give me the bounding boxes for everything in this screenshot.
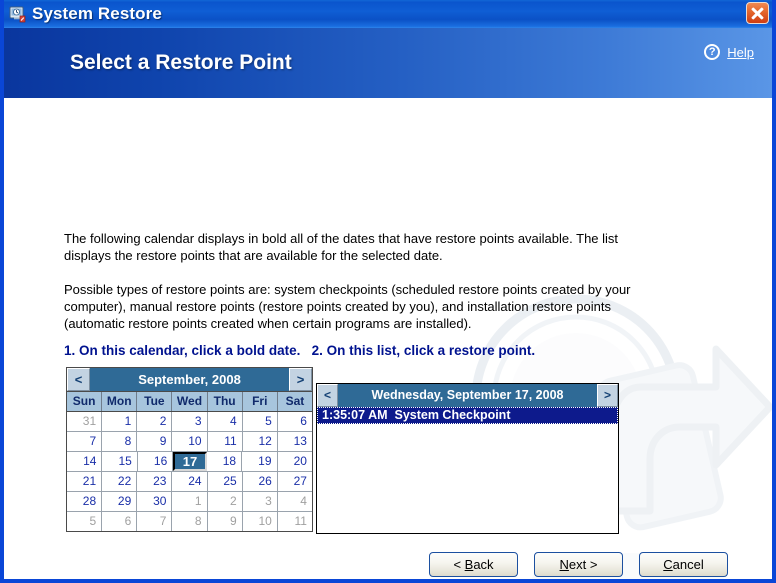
calendar-day-cell[interactable]: 30	[137, 492, 173, 511]
calendar-day-cell[interactable]: 7	[67, 432, 103, 451]
calendar-day-cell[interactable]: 3	[172, 412, 208, 431]
calendar-day-cell[interactable]: 26	[243, 472, 278, 491]
calendar-day-cell[interactable]: 18	[207, 452, 243, 471]
calendar-weekday-sun: Sun	[67, 392, 103, 411]
restore-point-date-label: Wednesday, September 17, 2008	[371, 388, 564, 402]
calendar-day-cell[interactable]: 10	[172, 432, 208, 451]
calendar-day-cell[interactable]: 22	[102, 472, 138, 491]
window-title: System Restore	[32, 4, 162, 23]
calendar-day-cell[interactable]: 15	[102, 452, 138, 471]
system-restore-window: System Restore Select a Restore Point ? …	[0, 0, 776, 583]
calendar-weekday-sat: Sat	[285, 394, 305, 408]
calendar-day-cell[interactable]: 21	[67, 472, 103, 491]
back-button[interactable]: < Back	[429, 552, 518, 577]
calendar-day-grid: 31 1 2 3 4 5 6 7 8 9 10 11 12 13 14 15 16 17 18 19 20 21 22 23 2…	[67, 411, 312, 531]
next-button[interactable]: Next >	[534, 552, 623, 577]
calendar-day-cell[interactable]: 14	[67, 452, 103, 471]
restore-point-next-button[interactable]: >	[597, 384, 618, 407]
calendar-day-cell[interactable]: 1	[102, 412, 138, 431]
calendar-header: < September, 2008 >	[67, 368, 312, 391]
calendar-week-row: 14 15 16 17 18 19 20	[67, 451, 312, 471]
help-link[interactable]: ? Help	[704, 44, 754, 60]
calendar-day-cell[interactable]: 5	[243, 412, 278, 431]
content-area: The following calendar displays in bold …	[4, 100, 772, 579]
intro-paragraph-2: Possible types of restore points are: sy…	[64, 282, 631, 331]
calendar-day-cell[interactable]: 9	[208, 512, 243, 531]
step-instructions: 1. On this calendar, click a bold date. …	[64, 343, 536, 358]
calendar-day-cell[interactable]: 5	[67, 512, 103, 531]
calendar-day-cell[interactable]: 11	[208, 432, 243, 451]
calendar-week-row: 28 29 30 1 2 3 4	[67, 491, 312, 511]
calendar-weekday-wed: Wed	[172, 392, 208, 411]
calendar-next-month-button[interactable]: >	[289, 368, 312, 391]
calendar-day-cell[interactable]: 8	[172, 512, 208, 531]
calendar-weekday-fri: Fri	[243, 392, 278, 411]
calendar-day-selected[interactable]: 17	[173, 452, 207, 471]
calendar-day-cell[interactable]: 6	[102, 512, 138, 531]
calendar-weekday-row: Sun Mon Tue Wed Thu Fri Sat	[67, 391, 312, 411]
calendar-day-cell[interactable]: 27	[278, 472, 312, 491]
calendar-day-cell[interactable]: 3	[243, 492, 278, 511]
help-icon: ?	[704, 44, 721, 60]
page-title: Select a Restore Point	[70, 51, 292, 74]
calendar-week-row: 7 8 9 10 11 12 13	[67, 431, 312, 451]
calendar-day-cell[interactable]: 6	[278, 412, 312, 431]
calendar-prev-month-button[interactable]: <	[67, 368, 90, 391]
calendar-day-cell[interactable]: 2	[208, 492, 243, 511]
calendar-day-cell[interactable]: 13	[278, 432, 312, 451]
intro-paragraph-1: The following calendar displays in bold …	[64, 231, 619, 263]
calendar-day-cell[interactable]: 9	[137, 432, 173, 451]
calendar-day-cell[interactable]: 24	[172, 472, 208, 491]
close-icon[interactable]	[746, 2, 769, 24]
calendar-day-cell[interactable]: 7	[137, 512, 173, 531]
calendar-day-cell[interactable]: 31	[67, 412, 103, 431]
calendar-day-cell[interactable]: 16	[138, 452, 174, 471]
calendar-day-cell[interactable]: 4	[208, 412, 243, 431]
restore-point-header: < Wednesday, September 17, 2008 >	[317, 384, 618, 407]
calendar-day-cell[interactable]: 29	[102, 492, 138, 511]
calendar-weekday-mon: Mon	[102, 392, 138, 411]
calendar-day-cell[interactable]: 2	[137, 412, 173, 431]
restore-point-item[interactable]: 1:35:07 AM System Checkpoint	[317, 407, 618, 424]
calendar-day-cell[interactable]: 19	[242, 452, 278, 471]
calendar-week-row: 31 1 2 3 4 5 6	[67, 411, 312, 431]
page-banner: Select a Restore Point ? Help	[4, 28, 772, 100]
calendar-week-row: 5 6 7 8 9 10 11	[67, 511, 312, 531]
calendar-day-cell[interactable]: 12	[243, 432, 278, 451]
calendar-day-cell[interactable]: 28	[67, 492, 103, 511]
restore-point-prev-button[interactable]: <	[317, 384, 338, 407]
calendar-day-cell[interactable]: 25	[208, 472, 243, 491]
calendar-day-cell[interactable]: 20	[278, 452, 312, 471]
calendar-day-cell[interactable]: 8	[102, 432, 138, 451]
calendar-day-cell[interactable]: 10	[243, 512, 278, 531]
calendar-day-cell[interactable]: 1	[172, 492, 208, 511]
calendar-weekday-tue: Tue	[137, 392, 173, 411]
restore-point-list[interactable]: 1:35:07 AM System Checkpoint	[317, 407, 618, 424]
restore-calendar: < September, 2008 > Sun Mon Tue Wed Thu Fri Sa…	[66, 367, 313, 532]
restore-point-panel: < Wednesday, September 17, 2008 > 1:35:0…	[316, 383, 619, 534]
title-bar: System Restore	[4, 0, 772, 28]
help-label: Help	[727, 44, 754, 60]
system-restore-icon	[9, 5, 27, 23]
cancel-button[interactable]: Cancel	[639, 552, 728, 577]
calendar-week-row: 21 22 23 24 25 26 27	[67, 471, 312, 491]
dialog-button-bar: < Back Next > Cancel	[4, 552, 772, 577]
calendar-day-cell[interactable]: 4	[278, 492, 312, 511]
calendar-day-cell[interactable]: 11	[278, 512, 312, 531]
calendar-day-cell[interactable]: 23	[137, 472, 173, 491]
calendar-month-label: September, 2008	[138, 372, 241, 387]
calendar-weekday-thu: Thu	[208, 392, 243, 411]
